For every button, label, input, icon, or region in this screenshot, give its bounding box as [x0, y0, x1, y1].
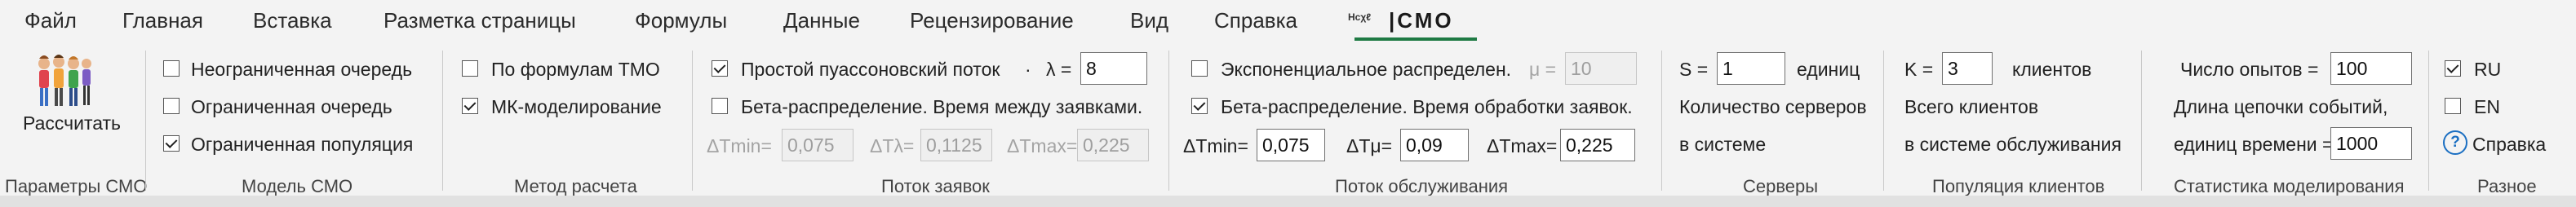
- population-count-input[interactable]: 3: [1942, 52, 1993, 85]
- population-unit-label: клиентов: [2012, 59, 2092, 80]
- arrival-tmin-input[interactable]: 0,075: [782, 129, 853, 161]
- group-separator: [442, 51, 443, 191]
- group-separator: [2428, 51, 2429, 191]
- lang-en-checkbox[interactable]: [2445, 98, 2461, 114]
- service-beta-checkbox[interactable]: [1191, 98, 1208, 114]
- arrival-tmax-input[interactable]: 0,225: [1077, 129, 1149, 161]
- group-separator: [1883, 51, 1884, 191]
- mc-simulation-checkbox[interactable]: [462, 98, 478, 114]
- tab-review[interactable]: Рецензирование: [910, 8, 1074, 33]
- poisson-flow-label: Простой пуассоновский поток: [741, 59, 1000, 80]
- group-label-population: Популяция клиентов: [1932, 176, 2105, 196]
- help-icon[interactable]: ?: [2443, 130, 2467, 155]
- mu-label: μ =: [1529, 59, 1557, 80]
- tab-home[interactable]: Главная: [122, 8, 203, 33]
- service-tmu-label: ΔTμ=: [1346, 135, 1393, 156]
- chain-length-input[interactable]: 1000: [2330, 127, 2412, 160]
- exponential-label: Экспоненциальное распределен.: [1221, 59, 1512, 80]
- group-separator: [2141, 51, 2142, 191]
- smo-logo-icon: Hcχℓ: [1348, 11, 1372, 23]
- tab-smo[interactable]: |СМО: [1389, 8, 1454, 33]
- calculate-button[interactable]: Рассчитать: [23, 112, 121, 134]
- servers-s-label: S =: [1679, 59, 1709, 80]
- unlimited-queue-label: Неограниченная очередь: [191, 59, 413, 80]
- service-beta-label: Бета-распределение. Время обработки заяв…: [1221, 96, 1633, 117]
- tab-formulas[interactable]: Формулы: [635, 8, 727, 33]
- group-separator: [1168, 51, 1169, 191]
- tab-help[interactable]: Справка: [1214, 8, 1297, 33]
- formula-method-label: По формулам ТМО: [491, 59, 660, 80]
- service-tmu-input[interactable]: 0,09: [1400, 129, 1469, 161]
- service-tmin-label: ΔTmin=: [1183, 135, 1248, 156]
- servers-count-input[interactable]: 1: [1717, 52, 1785, 85]
- tab-view[interactable]: Вид: [1130, 8, 1168, 33]
- group-label-misc: Разное: [2477, 176, 2537, 196]
- exponential-checkbox[interactable]: [1191, 60, 1208, 77]
- unlimited-queue-checkbox[interactable]: [163, 60, 180, 77]
- group-label-calc-method: Метод расчета: [514, 176, 637, 196]
- chain-length-label-line1: Длина цепочки событий,: [2174, 96, 2388, 117]
- group-label-statistics: Статистика моделирования: [2174, 176, 2405, 196]
- runs-label: Число опытов =: [2180, 59, 2319, 80]
- service-tmin-input[interactable]: 0,075: [1257, 129, 1325, 161]
- limited-queue-checkbox[interactable]: [163, 98, 180, 114]
- group-label-arrivals: Поток заявок: [881, 176, 990, 196]
- formula-method-checkbox[interactable]: [462, 60, 478, 77]
- group-separator: [145, 51, 146, 191]
- help-button[interactable]: Справка: [2472, 134, 2546, 156]
- lambda-input[interactable]: 8: [1080, 52, 1147, 85]
- servers-unit-label: единиц: [1797, 59, 1860, 80]
- group-separator: [1661, 51, 1662, 191]
- arrival-tl-input[interactable]: 0,1125: [920, 129, 992, 161]
- tab-page-layout[interactable]: Разметка страницы: [384, 8, 576, 33]
- lang-en-label: EN: [2474, 96, 2500, 117]
- ribbon-body: Рассчитать Параметры СМО Неограниченная …: [0, 46, 2576, 196]
- service-tmax-input[interactable]: 0,225: [1560, 129, 1635, 161]
- group-separator: [692, 51, 693, 191]
- population-k-label: K =: [1904, 59, 1934, 80]
- arrival-tl-label: ΔTλ=: [870, 135, 915, 156]
- poisson-dot: ·: [1025, 59, 1031, 80]
- population-desc-line1: Всего клиентов: [1904, 96, 2039, 117]
- group-label-servers: Серверы: [1743, 176, 1819, 196]
- limited-queue-label: Ограниченная очередь: [191, 96, 392, 117]
- service-tmax-label: ΔTmax=: [1487, 135, 1558, 156]
- arrival-tmax-label: ΔTmax=: [1007, 135, 1078, 156]
- mu-input[interactable]: 10: [1565, 52, 1637, 85]
- people-queue-icon: [38, 55, 91, 106]
- runs-input[interactable]: 100: [2330, 52, 2412, 85]
- servers-desc-line2: в системе: [1679, 134, 1767, 155]
- group-label-smo-model: Модель СМО: [242, 176, 353, 196]
- lang-ru-checkbox[interactable]: [2445, 60, 2461, 77]
- tab-file[interactable]: Файл: [24, 8, 77, 33]
- limited-population-label: Ограниченная популяция: [191, 134, 414, 155]
- servers-desc-line1: Количество серверов: [1679, 96, 1867, 117]
- group-label-smo-parameters: Параметры СМО: [5, 176, 148, 196]
- tab-insert[interactable]: Вставка: [253, 8, 332, 33]
- ribbon-bottom-bar: [0, 196, 2576, 207]
- mc-simulation-label: МК-моделирование: [491, 96, 662, 117]
- lang-ru-label: RU: [2474, 59, 2502, 80]
- lambda-label: λ =: [1046, 59, 1072, 80]
- tab-smo-label: СМО: [1397, 8, 1454, 33]
- arrival-beta-checkbox[interactable]: [712, 98, 728, 114]
- chain-length-label-line2: единиц времени =: [2174, 134, 2334, 155]
- limited-population-checkbox[interactable]: [163, 135, 180, 152]
- active-tab-underline: [1355, 37, 1477, 41]
- tab-data[interactable]: Данные: [783, 8, 860, 33]
- ribbon-tabs: Файл Главная Вставка Разметка страницы Ф…: [0, 0, 2576, 46]
- group-label-service: Поток обслуживания: [1335, 176, 1509, 196]
- poisson-flow-checkbox[interactable]: [712, 60, 728, 77]
- arrival-beta-label: Бета-распределение. Время между заявками…: [741, 96, 1143, 117]
- population-desc-line2: в системе обслуживания: [1904, 134, 2122, 155]
- arrival-tmin-label: ΔTmin=: [707, 135, 772, 156]
